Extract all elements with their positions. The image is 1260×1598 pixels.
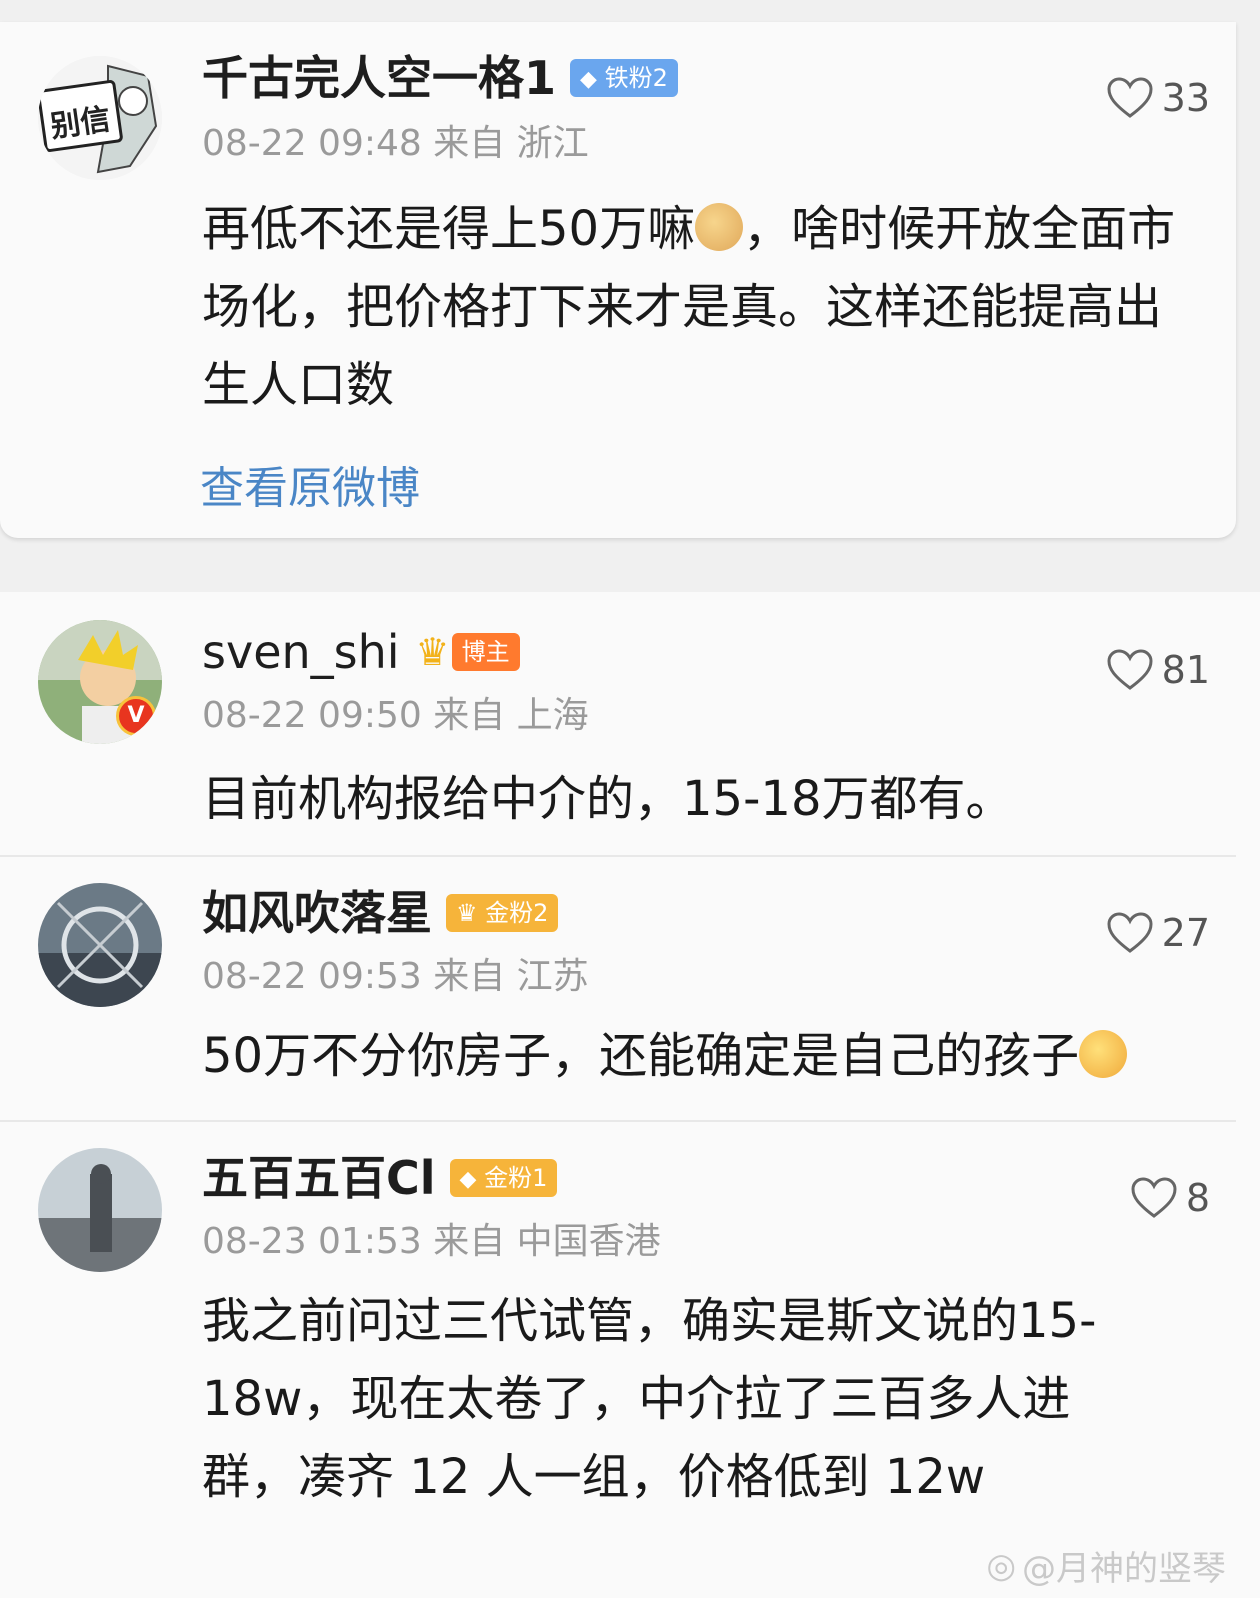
like-button[interactable]: 27 — [1106, 911, 1210, 955]
comment-list: V sven_shi ♛ 博主 08-22 09:50 来自 上海 81 目前机构… — [0, 592, 1260, 1598]
fan-badge: ◆ 金粉1 — [449, 1158, 558, 1197]
fan-badge: ◆ 铁粉2 — [570, 58, 678, 97]
comment-meta: 08-23 01:53 来自 中国香港 — [202, 1221, 661, 1262]
username-text[interactable]: 五百五百Cl — [202, 1151, 436, 1205]
like-count: 27 — [1161, 911, 1210, 955]
username-text[interactable]: 千古完人空一格1 — [202, 51, 556, 105]
fan-badge: ♛ 金粉2 — [446, 893, 559, 932]
fan-badge-label: 铁粉2 — [604, 63, 668, 92]
comment-meta: 08-22 09:50 来自 上海 — [202, 695, 589, 736]
weibo-logo-icon: ◎ — [986, 1545, 1016, 1586]
comment-card-top: 别信 千古完人空一格1 ◆ 铁粉2 08-22 09:48 来自 浙江 33 再… — [0, 22, 1236, 538]
comment-text-part1: 再低不还是得上50万嘛 — [202, 201, 696, 257]
diamond-icon: ◆ — [580, 66, 597, 92]
username[interactable]: sven_shi ♛ 博主 — [202, 624, 520, 684]
avatar-sign-text: 别信 — [48, 101, 113, 145]
like-button[interactable]: 8 — [1130, 1176, 1210, 1220]
like-button[interactable]: 33 — [1106, 76, 1210, 120]
blogger-badge-label: 博主 — [461, 637, 510, 666]
crown-icon: ♛ — [415, 629, 450, 674]
watermark: ◎ @月神的竖琴 — [986, 1541, 1226, 1590]
verified-icon: V — [116, 696, 156, 736]
comment-text-body: 50万不分你房子，还能确定是自己的孩子 — [202, 1028, 1080, 1084]
avatar[interactable] — [38, 1148, 162, 1272]
divider — [0, 855, 1236, 857]
comment-meta: 08-22 09:48 来自 浙江 — [202, 123, 589, 164]
avatar[interactable]: V — [38, 620, 162, 744]
heart-icon — [1131, 1177, 1177, 1218]
like-count: 81 — [1161, 648, 1210, 692]
comment-text: 再低不还是得上50万嘛 ，啥时候开放全面市场化，把价格打下来才是真。这样还能提高出… — [202, 190, 1202, 424]
comment-meta: 08-22 09:53 来自 江苏 — [202, 956, 589, 997]
blogger-badge: 博主 — [451, 632, 520, 671]
avatar[interactable]: 别信 — [38, 56, 162, 180]
username-text[interactable]: sven_shi — [202, 625, 400, 679]
username[interactable]: 千古完人空一格1 ◆ 铁粉2 — [202, 50, 678, 106]
heart-icon — [1107, 649, 1153, 690]
comment-text: 50万不分你房子，还能确定是自己的孩子 — [202, 1017, 1202, 1095]
like-button[interactable]: 81 — [1106, 648, 1210, 692]
heart-icon — [1107, 912, 1153, 953]
username[interactable]: 如风吹落星 ♛ 金粉2 — [202, 885, 559, 941]
gem-icon: ◆ — [459, 1166, 477, 1192]
view-original-post-link[interactable]: 查看原微博 — [200, 452, 420, 516]
watermark-text: @月神的竖琴 — [1022, 1549, 1226, 1589]
doge-emoji-icon — [695, 203, 744, 251]
username-text[interactable]: 如风吹落星 — [202, 886, 432, 940]
yum-emoji-icon — [1079, 1030, 1128, 1078]
username[interactable]: 五百五百Cl ◆ 金粉1 — [202, 1150, 558, 1206]
divider — [0, 1120, 1236, 1122]
comment-text: 我之前问过三代试管，确实是斯文说的15-18w，现在太卷了，中介拉了三百多人进群… — [202, 1293, 1097, 1505]
comment-text: 目前机构报给中介的，15-18万都有。 — [202, 771, 1014, 827]
avatar[interactable] — [38, 883, 162, 1007]
fan-badge-label: 金粉1 — [484, 1163, 548, 1192]
trophy-icon: ♛ — [456, 898, 478, 927]
like-count: 8 — [1185, 1176, 1210, 1220]
heart-icon — [1107, 77, 1153, 118]
fan-badge-label: 金粉2 — [485, 898, 549, 927]
like-count: 33 — [1161, 76, 1210, 120]
